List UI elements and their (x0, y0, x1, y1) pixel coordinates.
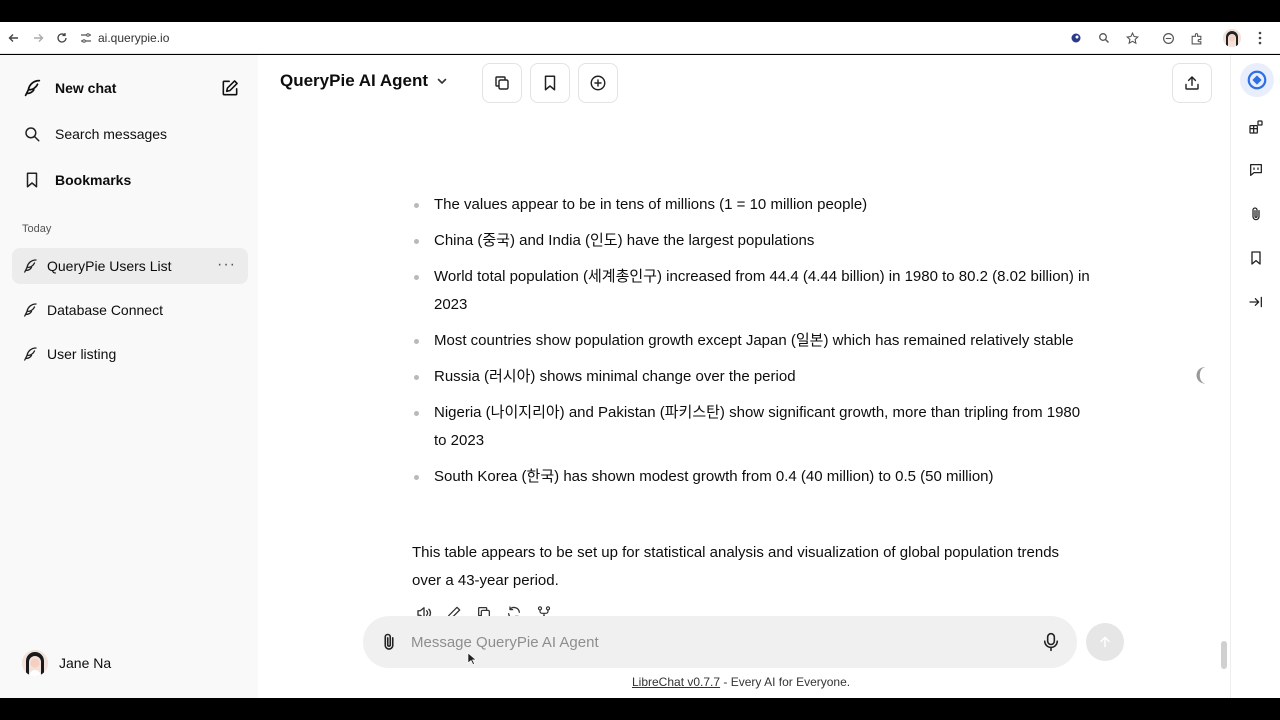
forward-icon[interactable] (26, 26, 50, 50)
upload-icon (1185, 76, 1199, 90)
arrow-up-icon (1100, 636, 1110, 648)
microphone-icon (1043, 632, 1059, 652)
share-button[interactable] (1172, 63, 1212, 103)
model-selector[interactable]: QueryPie AI Agent (280, 71, 448, 91)
new-chat-label[interactable]: New chat (55, 80, 116, 96)
apps-button[interactable] (1244, 115, 1268, 139)
feather-icon (20, 344, 40, 364)
bookmark-button[interactable] (530, 63, 570, 103)
conversation-item-querypie-users-list[interactable]: QueryPie Users List ··· (12, 248, 248, 284)
reload-icon[interactable] (50, 26, 74, 50)
agent-panel-button[interactable] (1240, 63, 1274, 97)
list-item: South Korea (한국) has shown modest growth… (412, 463, 1092, 491)
prompts-button[interactable] (1244, 158, 1268, 182)
extension-icon[interactable] (1064, 26, 1088, 50)
message-input[interactable] (411, 630, 1011, 654)
copy-conversation-button[interactable] (482, 63, 522, 103)
right-panel-handle-icon[interactable]: ❨ (1193, 365, 1208, 386)
list-item: Nigeria (나이지리아) and Pakistan (파키스탄) show… (412, 399, 1092, 455)
paperclip-icon (1252, 207, 1260, 221)
browser-menu-icon[interactable] (1248, 26, 1272, 50)
chevron-down-icon[interactable] (436, 75, 448, 87)
user-name[interactable]: Jane Na (59, 655, 111, 671)
list-item: Russia (러시아) shows minimal change over t… (412, 363, 1092, 391)
feather-logo-icon (20, 76, 44, 100)
list-item: World total population (세계총인구) increased… (412, 263, 1092, 319)
mouse-cursor-icon (467, 652, 477, 665)
bookmarks-row[interactable]: Bookmarks (12, 162, 248, 198)
message-area: The values appear to be in tens of milli… (258, 109, 1230, 629)
avatar[interactable] (22, 650, 48, 676)
section-today: Today (22, 223, 52, 235)
scrollbar[interactable] (1221, 641, 1227, 669)
site-settings-icon[interactable] (80, 32, 92, 44)
footer-text: - Every AI for Everyone. (720, 675, 851, 689)
search-messages-label[interactable]: Search messages (55, 126, 167, 142)
bookmark-icon (1251, 251, 1261, 265)
conversation-label[interactable]: User listing (47, 346, 116, 362)
bookmark-icon (20, 168, 44, 192)
feather-icon (20, 300, 40, 320)
search-messages-row[interactable]: Search messages (12, 116, 248, 152)
zoom-icon[interactable] (1092, 26, 1116, 50)
screen-bottom-border (0, 698, 1280, 720)
list-item: Most countries show population growth ex… (412, 327, 1092, 355)
arrow-right-to-line-icon (1249, 296, 1262, 308)
message-square-icon (1250, 164, 1262, 176)
copy-icon (495, 76, 509, 90)
assistant-summary: This table appears to be set up for stat… (412, 544, 1060, 589)
agent-logo-icon (1247, 70, 1267, 90)
bookmarks-panel-button[interactable] (1244, 246, 1268, 270)
list-item: The values appear to be in tens of milli… (412, 191, 1092, 219)
extensions-icon[interactable] (1184, 26, 1208, 50)
screen-top-border (0, 0, 1280, 22)
bookmark-icon (544, 75, 556, 91)
back-icon[interactable] (2, 26, 26, 50)
url-text[interactable]: ai.querypie.io (98, 31, 169, 45)
more-options-icon[interactable]: ··· (217, 256, 236, 274)
librechat-link[interactable]: LibreChat v0.7.7 (632, 675, 720, 689)
list-item: China (중국) and India (인도) have the large… (412, 227, 1092, 255)
sidebar: New chat Search messages Bookmarks Today… (0, 55, 258, 698)
conversation-label[interactable]: QueryPie Users List (47, 258, 171, 274)
add-button[interactable] (578, 63, 618, 103)
app-window: New chat Search messages Bookmarks Today… (0, 55, 1280, 698)
chat-header: QueryPie AI Agent (258, 55, 1230, 109)
blocks-icon (1249, 120, 1263, 134)
paperclip-icon (384, 633, 394, 650)
right-rail (1230, 55, 1280, 698)
search-icon (20, 122, 44, 146)
send-button[interactable] (1086, 623, 1124, 661)
collapse-panel-button[interactable] (1244, 290, 1268, 314)
conversation-item-user-listing[interactable]: User listing (12, 336, 248, 372)
feather-icon (20, 256, 40, 276)
conversation-label[interactable]: Database Connect (47, 302, 163, 318)
attach-file-button[interactable] (375, 628, 403, 656)
page-title[interactable]: QueryPie AI Agent (280, 71, 428, 91)
attach-files-button[interactable] (1244, 202, 1268, 226)
new-chat-edit-icon[interactable] (218, 76, 242, 100)
new-chat-row[interactable]: New chat (12, 70, 248, 106)
browser-toolbar: ai.querypie.io (0, 22, 1280, 54)
conversation-item-database-connect[interactable]: Database Connect (12, 292, 248, 328)
user-menu[interactable]: Jane Na (12, 643, 111, 683)
plus-circle-icon (590, 75, 606, 91)
address-bar[interactable]: ai.querypie.io (80, 31, 169, 45)
extension-puzzle-alt-icon[interactable] (1156, 26, 1180, 50)
bookmarks-label[interactable]: Bookmarks (55, 172, 131, 188)
assistant-bullet-list: The values appear to be in tens of milli… (412, 191, 1092, 499)
voice-input-button[interactable] (1039, 630, 1063, 654)
bookmark-star-icon[interactable] (1120, 26, 1144, 50)
profile-avatar[interactable] (1220, 26, 1244, 50)
